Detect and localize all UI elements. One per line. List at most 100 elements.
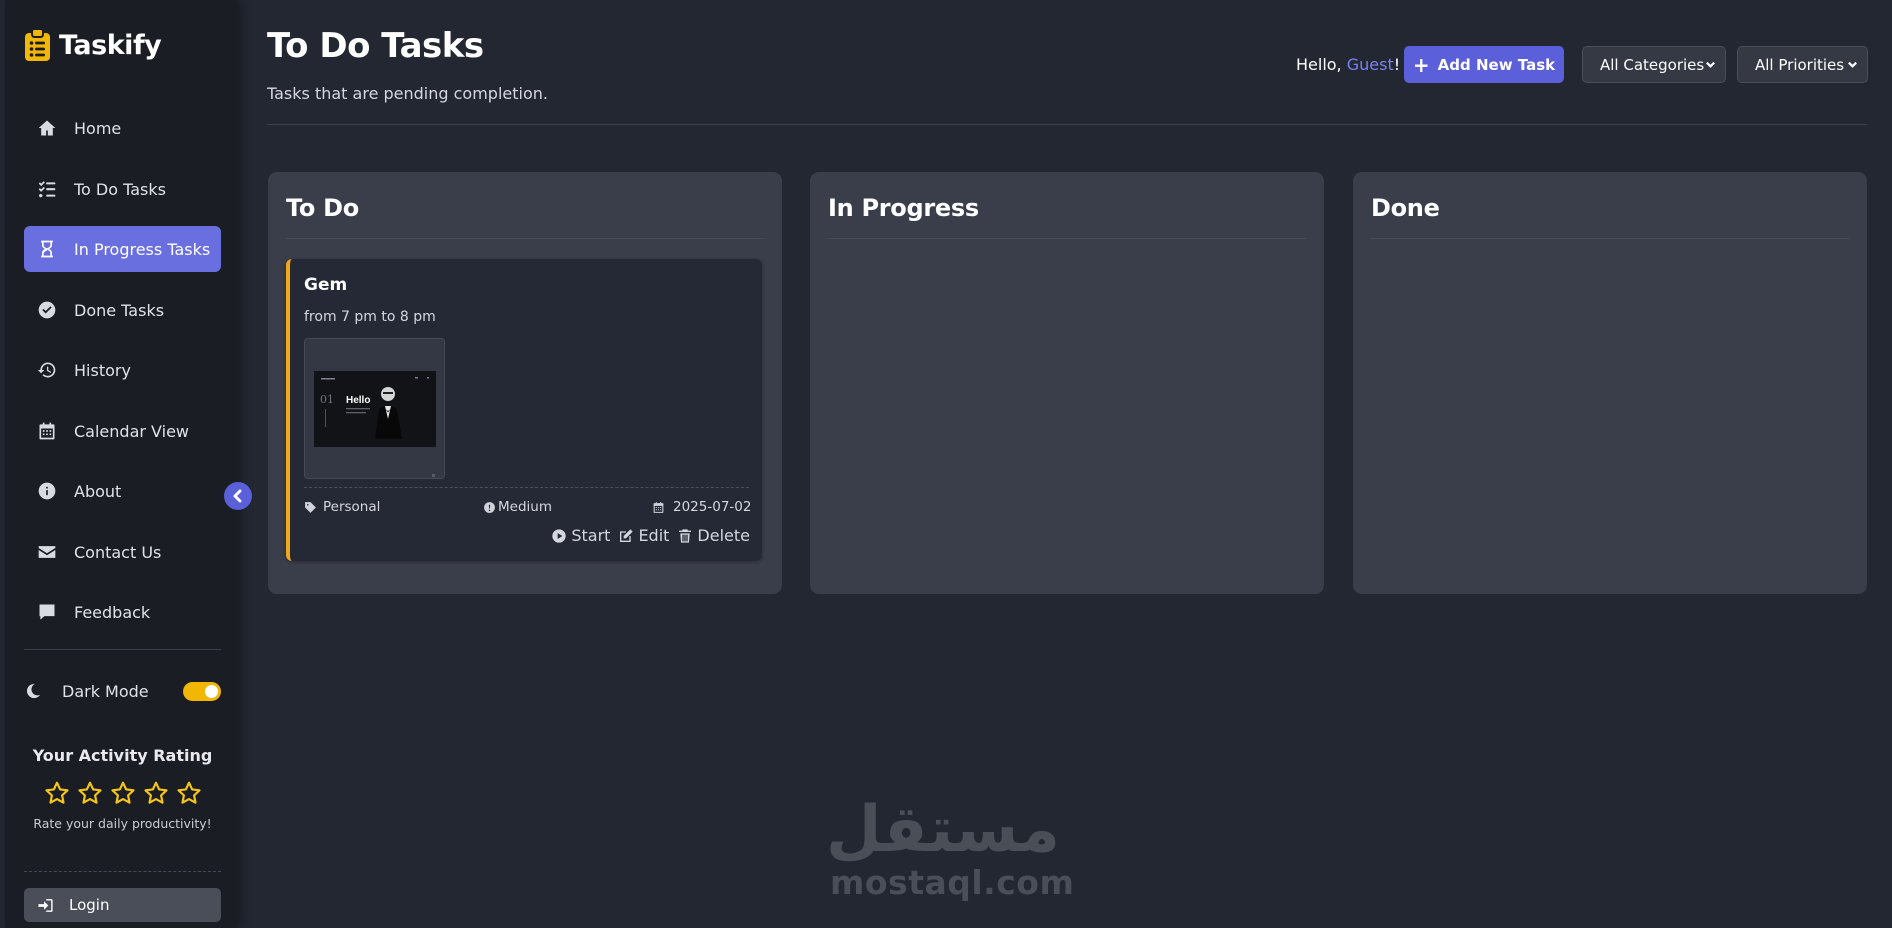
- sidebar-item-contact[interactable]: Contact Us: [24, 529, 221, 575]
- column-title: Done: [1371, 194, 1440, 222]
- sidebar-item-label: About: [74, 481, 122, 501]
- play-circle-icon: [552, 528, 567, 543]
- task-category-label: Personal: [323, 499, 381, 515]
- trash-icon: [679, 528, 692, 543]
- sidebar: Taskify Home To Do Tasks In Progress Tas…: [5, 0, 237, 928]
- envelope-icon: [36, 541, 58, 563]
- start-button[interactable]: Start: [551, 526, 610, 545]
- sidebar-item-label: History: [74, 360, 131, 380]
- task-image[interactable]: 01 Hello: [304, 338, 445, 479]
- user-greeting: Hello, Guest!: [1296, 55, 1400, 74]
- sidebar-item-label: Done Tasks: [74, 300, 165, 320]
- task-category: Personal: [304, 499, 380, 515]
- activity-rating: Your Activity Rating Rate your daily pro…: [24, 746, 221, 831]
- star-icon[interactable]: [77, 780, 103, 806]
- watermark: مستقل mostaql.com: [825, 793, 1075, 902]
- add-task-label: Add New Task: [1437, 55, 1556, 74]
- sidebar-item-label: Contact Us: [74, 542, 162, 562]
- column-in-progress: In Progress: [810, 172, 1324, 594]
- sidebar-item-done[interactable]: Done Tasks: [24, 287, 221, 333]
- comment-icon: [36, 601, 58, 623]
- column-done: Done: [1353, 172, 1867, 594]
- watermark-arabic: مستقل: [825, 793, 1060, 867]
- column-divider: [286, 238, 764, 239]
- column-divider: [828, 238, 1306, 239]
- add-task-button[interactable]: + Add New Task: [1404, 46, 1564, 83]
- column-todo: To Do Gem from 7 pm to 8 pm 01 Hello Per…: [268, 172, 782, 594]
- sidebar-item-label: Home: [74, 118, 122, 138]
- sidebar-item-todo[interactable]: To Do Tasks: [24, 166, 221, 212]
- star-icon[interactable]: [110, 780, 136, 806]
- column-title: In Progress: [828, 194, 979, 222]
- dark-mode-label: Dark Mode: [62, 681, 149, 701]
- sidebar-item-feedback[interactable]: Feedback: [24, 589, 221, 635]
- category-filter-select[interactable]: All Categories: [1582, 46, 1726, 83]
- start-label: Start: [571, 526, 611, 545]
- clipboard-logo-icon: [25, 28, 50, 61]
- dark-mode-row: Dark Mode: [24, 680, 221, 702]
- home-icon: [36, 117, 58, 139]
- tag-icon: [305, 501, 316, 513]
- sidebar-item-about[interactable]: About: [24, 468, 221, 514]
- sidebar-divider: [24, 649, 221, 650]
- calendar-icon: [36, 420, 58, 442]
- header-divider: [267, 124, 1867, 125]
- delete-button[interactable]: Delete: [677, 526, 750, 545]
- category-filter-value: All Categories: [1600, 55, 1705, 74]
- task-title: Gem: [304, 275, 348, 295]
- task-card[interactable]: Gem from 7 pm to 8 pm 01 Hello Personal …: [286, 259, 762, 561]
- hourglass-icon: [36, 238, 58, 260]
- chevron-left-icon: [233, 489, 242, 503]
- thumbnail-text: Hello: [346, 395, 370, 406]
- greeting-prefix: Hello,: [1296, 55, 1347, 74]
- delete-label: Delete: [697, 526, 750, 545]
- task-priority-label: Medium: [498, 499, 552, 515]
- priority-filter-value: All Priorities: [1755, 55, 1845, 74]
- calendar-icon: [653, 501, 664, 513]
- app-root: Taskify Home To Do Tasks In Progress Tas…: [0, 0, 1892, 928]
- sidebar-item-calendar[interactable]: Calendar View: [24, 408, 221, 454]
- chevron-down-icon: [1848, 61, 1857, 68]
- greeting-suffix: !: [1393, 55, 1401, 74]
- thumbnail-number: 01: [320, 393, 334, 406]
- column-divider: [1371, 238, 1849, 239]
- dark-mode-toggle[interactable]: [183, 681, 221, 701]
- rating-stars: [24, 780, 221, 806]
- page-title: To Do Tasks: [267, 26, 484, 66]
- task-due-date: 2025-07-02: [652, 499, 751, 515]
- star-icon[interactable]: [44, 780, 70, 806]
- watermark-latin: mostaql.com: [830, 863, 1075, 902]
- rating-subtitle: Rate your daily productivity!: [33, 816, 212, 831]
- task-date-label: 2025-07-02: [673, 499, 752, 515]
- sidebar-item-in-progress[interactable]: In Progress Tasks: [24, 226, 221, 272]
- sidebar-collapse-button[interactable]: [224, 482, 252, 510]
- task-description: from 7 pm to 8 pm: [304, 309, 436, 325]
- brand[interactable]: Taskify: [24, 28, 162, 62]
- brand-name: Taskify: [59, 29, 162, 61]
- priority-filter-select[interactable]: All Priorities: [1737, 46, 1868, 83]
- task-priority: Medium: [483, 499, 552, 515]
- login-button[interactable]: Login: [24, 888, 221, 922]
- sidebar-item-history[interactable]: History: [24, 347, 221, 393]
- sidebar-item-label: In Progress Tasks: [74, 239, 211, 259]
- moon-icon: [24, 682, 42, 700]
- edit-button[interactable]: Edit: [618, 526, 669, 545]
- star-icon[interactable]: [176, 780, 202, 806]
- exclamation-circle-icon: [484, 501, 495, 513]
- star-icon[interactable]: [143, 780, 169, 806]
- sidebar-item-home[interactable]: Home: [24, 105, 221, 151]
- plus-icon: +: [1412, 52, 1430, 77]
- page-subtitle: Tasks that are pending completion.: [267, 84, 548, 103]
- task-divider: [304, 487, 749, 488]
- login-label: Login: [69, 896, 110, 914]
- task-actions: Start Edit Delete: [551, 526, 750, 545]
- task-image-preview: 01 Hello: [305, 339, 444, 478]
- sign-in-icon: [38, 898, 53, 912]
- check-circle-icon: [36, 299, 58, 321]
- sidebar-item-label: To Do Tasks: [74, 179, 166, 199]
- sidebar-divider: [24, 871, 221, 872]
- edit-label: Edit: [638, 526, 670, 545]
- info-icon: [36, 480, 58, 502]
- user-name: Guest: [1346, 55, 1394, 74]
- history-icon: [36, 359, 58, 381]
